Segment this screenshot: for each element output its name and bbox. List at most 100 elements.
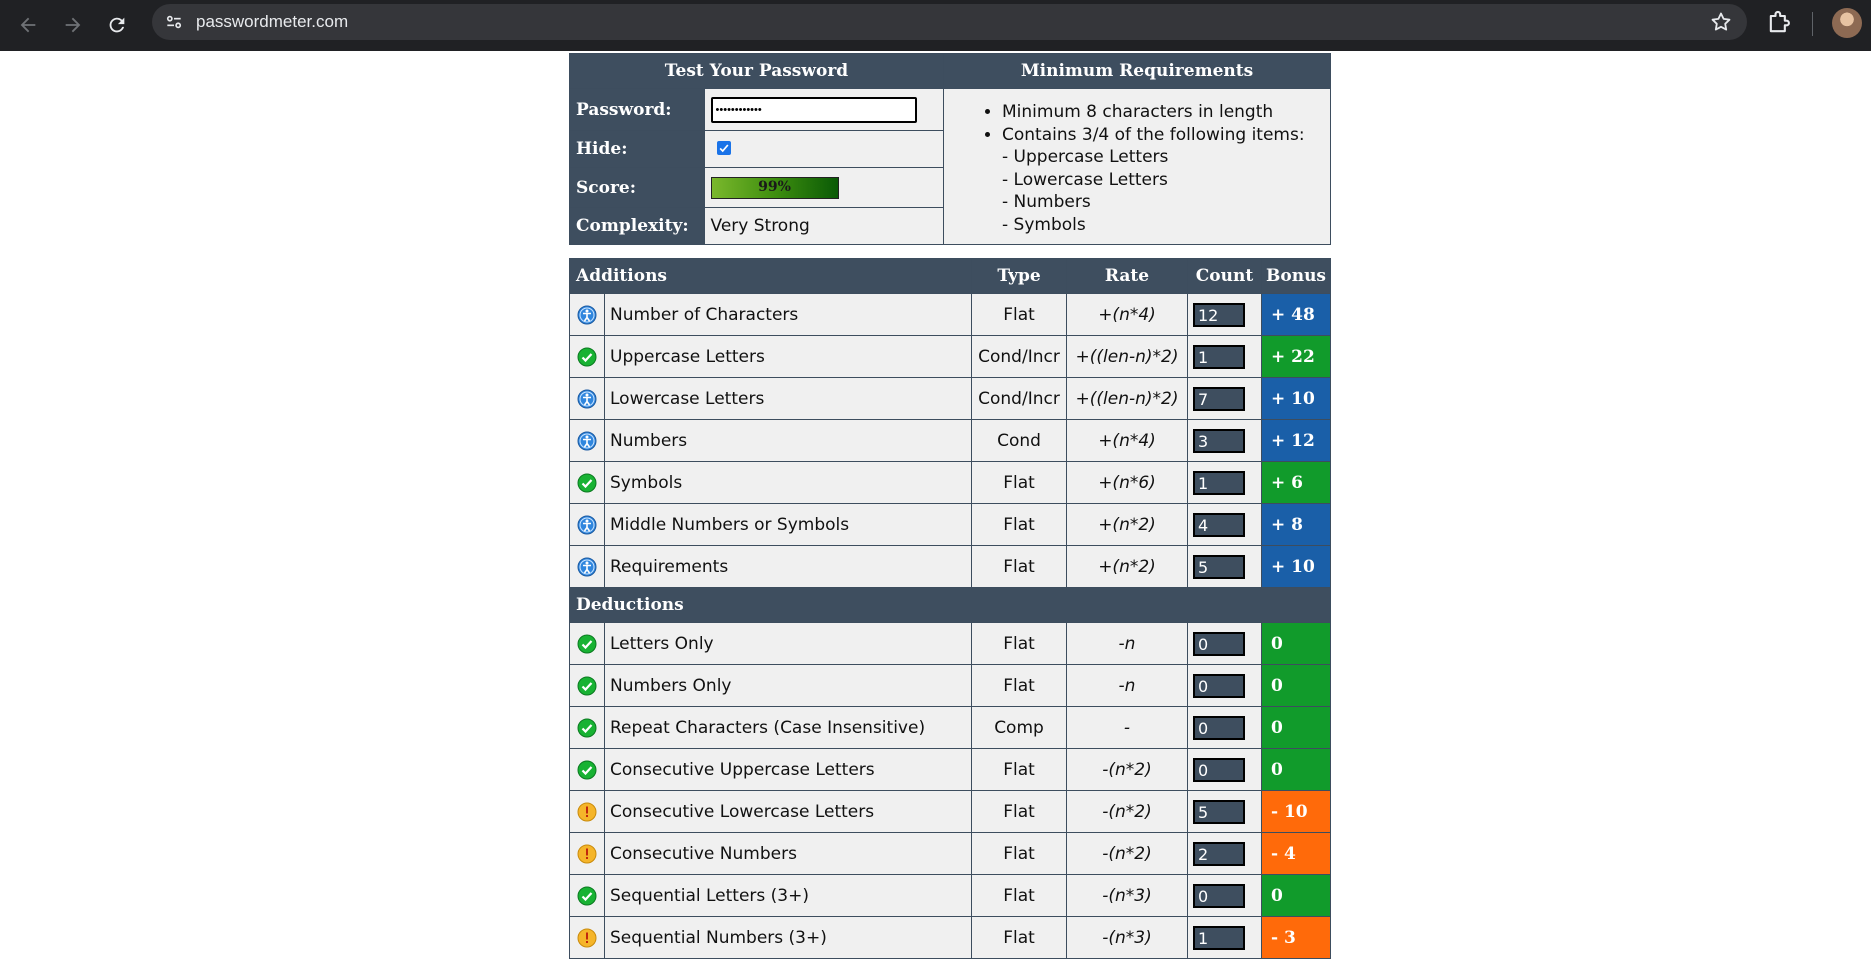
row-type: Cond/Incr [971, 335, 1067, 378]
password-input[interactable] [710, 96, 917, 123]
reload-button[interactable] [99, 7, 135, 43]
row-type: Cond/Incr [971, 377, 1067, 420]
row-bonus: + 10 [1261, 377, 1331, 420]
additions-header: Additions [569, 258, 972, 294]
row-rate: -(n*2) [1066, 748, 1188, 791]
row-bonus: + 12 [1261, 419, 1331, 462]
table-row: Sequential Letters (3+) Flat -(n*3) 0 0 [569, 874, 1331, 917]
test-password-header: Test Your Password [569, 53, 944, 89]
count-field: 0 [1193, 673, 1245, 698]
row-count-cell: 2 [1187, 832, 1262, 875]
row-name: Consecutive Lowercase Letters [604, 790, 972, 833]
row-rate: -n [1066, 664, 1188, 707]
row-count-cell: 0 [1187, 622, 1262, 665]
check-icon [569, 461, 605, 504]
count-field: 0 [1193, 631, 1245, 656]
row-rate: -(n*3) [1066, 916, 1188, 959]
requirement-numbers: - Numbers [1002, 192, 1091, 212]
row-count-cell: 0 [1187, 748, 1262, 791]
row-count-cell: 5 [1187, 790, 1262, 833]
profile-avatar[interactable] [1832, 8, 1862, 38]
back-arrow-icon [20, 17, 36, 33]
row-name: Middle Numbers or Symbols [604, 503, 972, 546]
row-rate: -(n*2) [1066, 790, 1188, 833]
row-rate: -n [1066, 622, 1188, 665]
count-field: 1 [1193, 925, 1245, 950]
count-field: 4 [1193, 512, 1245, 537]
table-row: Consecutive Uppercase Letters Flat -(n*2) 0… [569, 748, 1331, 791]
warning-icon [569, 832, 605, 875]
row-bonus: 0 [1261, 748, 1331, 791]
row-bonus: - 3 [1261, 916, 1331, 959]
row-bonus: - 4 [1261, 832, 1331, 875]
table-row: Consecutive Numbers Flat -(n*2) 2 - 4 [569, 832, 1331, 875]
forward-arrow-icon [65, 17, 81, 33]
count-field: 1 [1193, 470, 1245, 495]
row-count-cell: 0 [1187, 664, 1262, 707]
row-rate: -(n*2) [1066, 832, 1188, 875]
exceptional-icon [569, 419, 605, 462]
rate-header: Rate [1066, 258, 1188, 294]
complexity-value: Very Strong [703, 207, 945, 245]
address-bar[interactable]: passwordmeter.com [152, 4, 1747, 40]
row-name: Sequential Numbers (3+) [604, 916, 972, 959]
row-name: Consecutive Uppercase Letters [604, 748, 972, 791]
warning-icon [569, 916, 605, 959]
back-button[interactable] [10, 7, 46, 43]
hide-cell [703, 130, 945, 168]
row-type: Flat [971, 461, 1067, 504]
check-icon [569, 874, 605, 917]
count-field: 3 [1193, 428, 1245, 453]
count-field: 2 [1193, 841, 1245, 866]
count-field: 7 [1193, 386, 1245, 411]
row-type: Flat [971, 545, 1067, 588]
count-value: 1 [1196, 347, 1241, 367]
check-icon [569, 748, 605, 791]
exceptional-icon [569, 503, 605, 546]
row-name: Lowercase Letters [604, 377, 972, 420]
site-info-icon[interactable] [162, 10, 186, 34]
row-bonus: + 22 [1261, 335, 1331, 378]
bookmark-star-icon[interactable] [1709, 10, 1733, 34]
row-name: Letters Only [604, 622, 972, 665]
row-name: Symbols [604, 461, 972, 504]
table-row: Numbers Cond +(n*4) 3 + 12 [569, 419, 1331, 462]
deductions-header: Deductions [569, 587, 1331, 623]
deductions-header-row: Deductions [569, 587, 1331, 623]
toolbar-separator [1812, 12, 1813, 36]
count-value: 5 [1196, 557, 1241, 577]
row-name: Requirements [604, 545, 972, 588]
hide-checkbox[interactable] [716, 141, 731, 155]
complexity-label: Complexity: [569, 207, 705, 245]
table-row: Uppercase Letters Cond/Incr +((len-n)*2) 1 +… [569, 335, 1331, 378]
warning-icon [569, 790, 605, 833]
row-bonus: + 48 [1261, 293, 1331, 336]
count-header: Count [1187, 258, 1262, 294]
score-cell: 99% [703, 167, 945, 208]
row-type: Flat [971, 748, 1067, 791]
count-value: 0 [1196, 760, 1241, 780]
row-type: Flat [971, 790, 1067, 833]
row-count-cell: 1 [1187, 335, 1262, 378]
extensions-icon[interactable] [1765, 9, 1795, 39]
count-value: 2 [1196, 844, 1241, 864]
row-type: Comp [971, 706, 1067, 749]
count-value: 1 [1196, 928, 1241, 948]
forward-button[interactable] [55, 7, 91, 43]
row-name: Numbers [604, 419, 972, 462]
requirement-uppercase: - Uppercase Letters [1002, 147, 1169, 167]
row-bonus: 0 [1261, 622, 1331, 665]
row-rate: +(n*6) [1066, 461, 1188, 504]
row-type: Flat [971, 503, 1067, 546]
row-type: Flat [971, 622, 1067, 665]
check-icon [569, 706, 605, 749]
row-bonus: 0 [1261, 706, 1331, 749]
table-row: Repeat Characters (Case Insensitive) Comp… [569, 706, 1331, 749]
row-name: Numbers Only [604, 664, 972, 707]
row-bonus: + 6 [1261, 461, 1331, 504]
exceptional-icon [569, 293, 605, 336]
checkmark-icon [719, 144, 729, 153]
reload-icon [109, 17, 125, 33]
count-field: 0 [1193, 715, 1245, 740]
test-password-table: Test Your Password Minimum Requirements … [569, 53, 1331, 245]
